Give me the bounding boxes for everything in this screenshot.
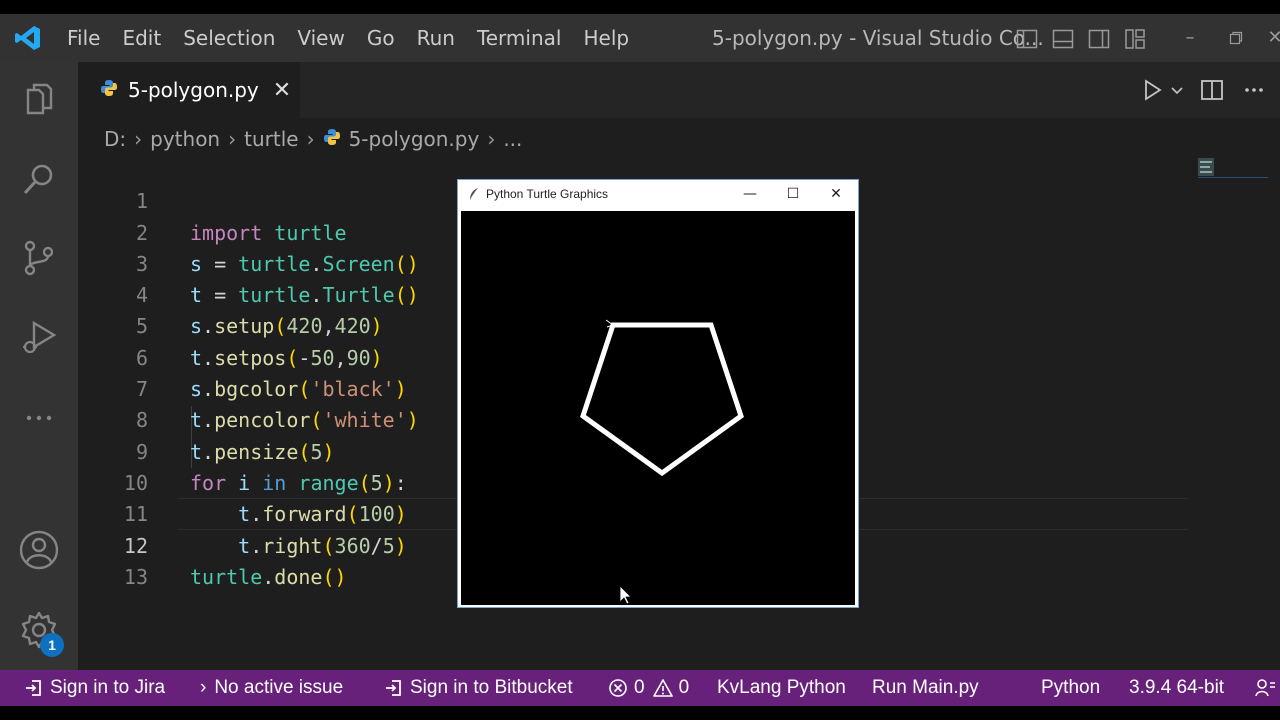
pentagon-shape [580,322,744,477]
jira-signin-item[interactable]: Sign in to Jira [24,670,165,706]
active-issue-item[interactable]: › No active issue [200,670,343,706]
tab-bar: 5-polygon.py ✕ [78,62,1280,118]
feather-icon [468,187,480,201]
error-icon [609,679,627,697]
turtle-graphics-window[interactable]: Python Turtle Graphics — ☐ ✕ [457,179,859,608]
language-mode-item[interactable]: Python [1041,670,1100,706]
run-dropdown-chevron-icon[interactable] [1170,76,1184,104]
bitbucket-signin-label: Sign in to Bitbucket [410,677,573,698]
active-issue-label: No active issue [214,677,344,698]
jira-signin-label: Sign in to Jira [50,677,166,698]
customize-layout-icon[interactable] [1120,26,1150,52]
status-bar: Sign in to Jira › No active issue Sign i… [0,670,1280,706]
more-icon[interactable] [17,394,61,438]
menu-go[interactable]: Go [356,14,406,62]
breadcrumb-symbols[interactable]: ... [503,127,522,151]
split-editor-icon[interactable] [1198,76,1226,104]
tab-5-polygon[interactable]: 5-polygon.py ✕ [78,62,300,118]
mouse-pointer-icon [619,585,632,605]
error-count: 0 [634,677,645,698]
toggle-panel-icon[interactable] [1048,26,1078,52]
sign-in-icon [26,680,41,696]
menu-terminal[interactable]: Terminal [466,14,573,62]
turtle-canvas[interactable] [461,211,855,605]
menu-bar: File Edit Selection View Go Run Terminal… [56,14,640,62]
warning-count: 0 [678,677,690,698]
menu-file[interactable]: File [56,14,111,62]
breadcrumb-file[interactable]: 5-polygon.py [349,127,480,151]
toggle-primary-sidebar-icon[interactable] [1012,26,1042,52]
sign-in-icon [386,680,401,696]
tab-label: 5-polygon.py [128,78,259,102]
menu-run[interactable]: Run [406,14,466,62]
turtle-minimize-button[interactable]: — [730,180,770,208]
warning-icon [652,679,673,697]
window-close-button[interactable]: ✕ [1255,14,1280,62]
tab-close-icon[interactable]: ✕ [273,78,291,103]
bitbucket-signin-item[interactable]: Sign in to Bitbucket [384,670,573,706]
breadcrumb-chevron-icon: › [134,127,143,151]
turtle-close-button[interactable]: ✕ [816,180,856,208]
run-debug-icon[interactable] [17,315,61,359]
window-title: 5-polygon.py - Visual Studio Co... [712,26,1044,50]
line-number: 13 [123,564,148,589]
menu-help[interactable]: Help [572,14,640,62]
python-interpreter-item[interactable]: 3.9.4 64-bit [1129,670,1224,706]
run-python-file-icon[interactable] [1138,76,1166,104]
breadcrumb-drive[interactable]: D: [104,127,126,151]
editor-actions [1138,62,1280,118]
breadcrumb-folder-python[interactable]: python [150,127,220,151]
problems-item[interactable]: 0 0 [608,670,689,706]
window-minimize-button[interactable]: – [1170,14,1210,62]
feedback-icon[interactable] [1254,670,1280,706]
layout-controls [1012,26,1150,52]
menu-view[interactable]: View [286,14,355,62]
breadcrumb-chevron-icon: › [306,127,315,151]
accounts-icon[interactable] [17,528,61,572]
chevron-right-icon: › [200,677,207,698]
window-restore-button[interactable] [1216,14,1256,62]
explorer-icon[interactable] [17,78,61,122]
activity-bar: 1 [0,62,78,670]
turtle-maximize-button[interactable]: ☐ [773,180,813,208]
turtle-drawing [580,319,744,605]
kvlang-item[interactable]: KvLang Python [717,670,846,706]
vscode-logo-icon [0,14,56,62]
breadcrumb-chevron-icon: › [228,127,237,151]
code-text: turtle.done() [190,564,347,589]
turtle-window-title: Python Turtle Graphics [486,187,609,201]
breadcrumb: D: › python › turtle › 5-polygon.py › ..… [104,124,522,154]
title-bar: File Edit Selection View Go Run Terminal… [0,14,1280,62]
more-actions-icon[interactable] [1240,76,1268,104]
source-control-icon[interactable] [17,236,61,280]
turtle-window-titlebar[interactable]: Python Turtle Graphics — ☐ ✕ [458,180,858,208]
breadcrumb-folder-turtle[interactable]: turtle [244,127,298,151]
settings-update-badge: 1 [40,633,64,657]
menu-selection[interactable]: Selection [172,14,286,62]
python-file-icon [100,79,118,101]
search-icon[interactable] [17,157,61,201]
toggle-secondary-sidebar-icon[interactable] [1084,26,1114,52]
run-main-item[interactable]: Run Main.py [872,670,979,706]
breadcrumb-python-file-icon [323,127,341,151]
breadcrumb-chevron-icon: › [487,127,496,151]
menu-edit[interactable]: Edit [111,14,172,62]
